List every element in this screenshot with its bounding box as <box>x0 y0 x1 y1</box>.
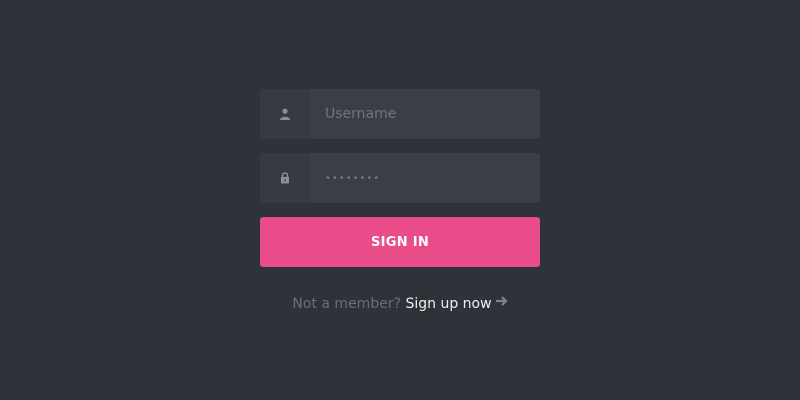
sign-in-button[interactable]: SIGN IN <box>260 217 540 267</box>
user-icon <box>260 89 310 139</box>
login-page: SIGN IN Not a member? Sign up now <box>0 0 800 400</box>
password-input[interactable] <box>310 153 540 203</box>
username-input[interactable] <box>310 89 540 139</box>
arrow-right-icon <box>495 295 508 311</box>
sign-up-link-label: Sign up now <box>405 296 492 312</box>
sign-up-link[interactable]: Sign up now <box>405 295 508 312</box>
not-member-text: Not a member? <box>292 296 402 312</box>
login-form: SIGN IN <box>260 89 540 267</box>
signup-prompt: Not a member? Sign up now <box>0 296 800 312</box>
lock-icon <box>260 153 310 203</box>
username-field <box>260 89 540 139</box>
password-field <box>260 153 540 203</box>
